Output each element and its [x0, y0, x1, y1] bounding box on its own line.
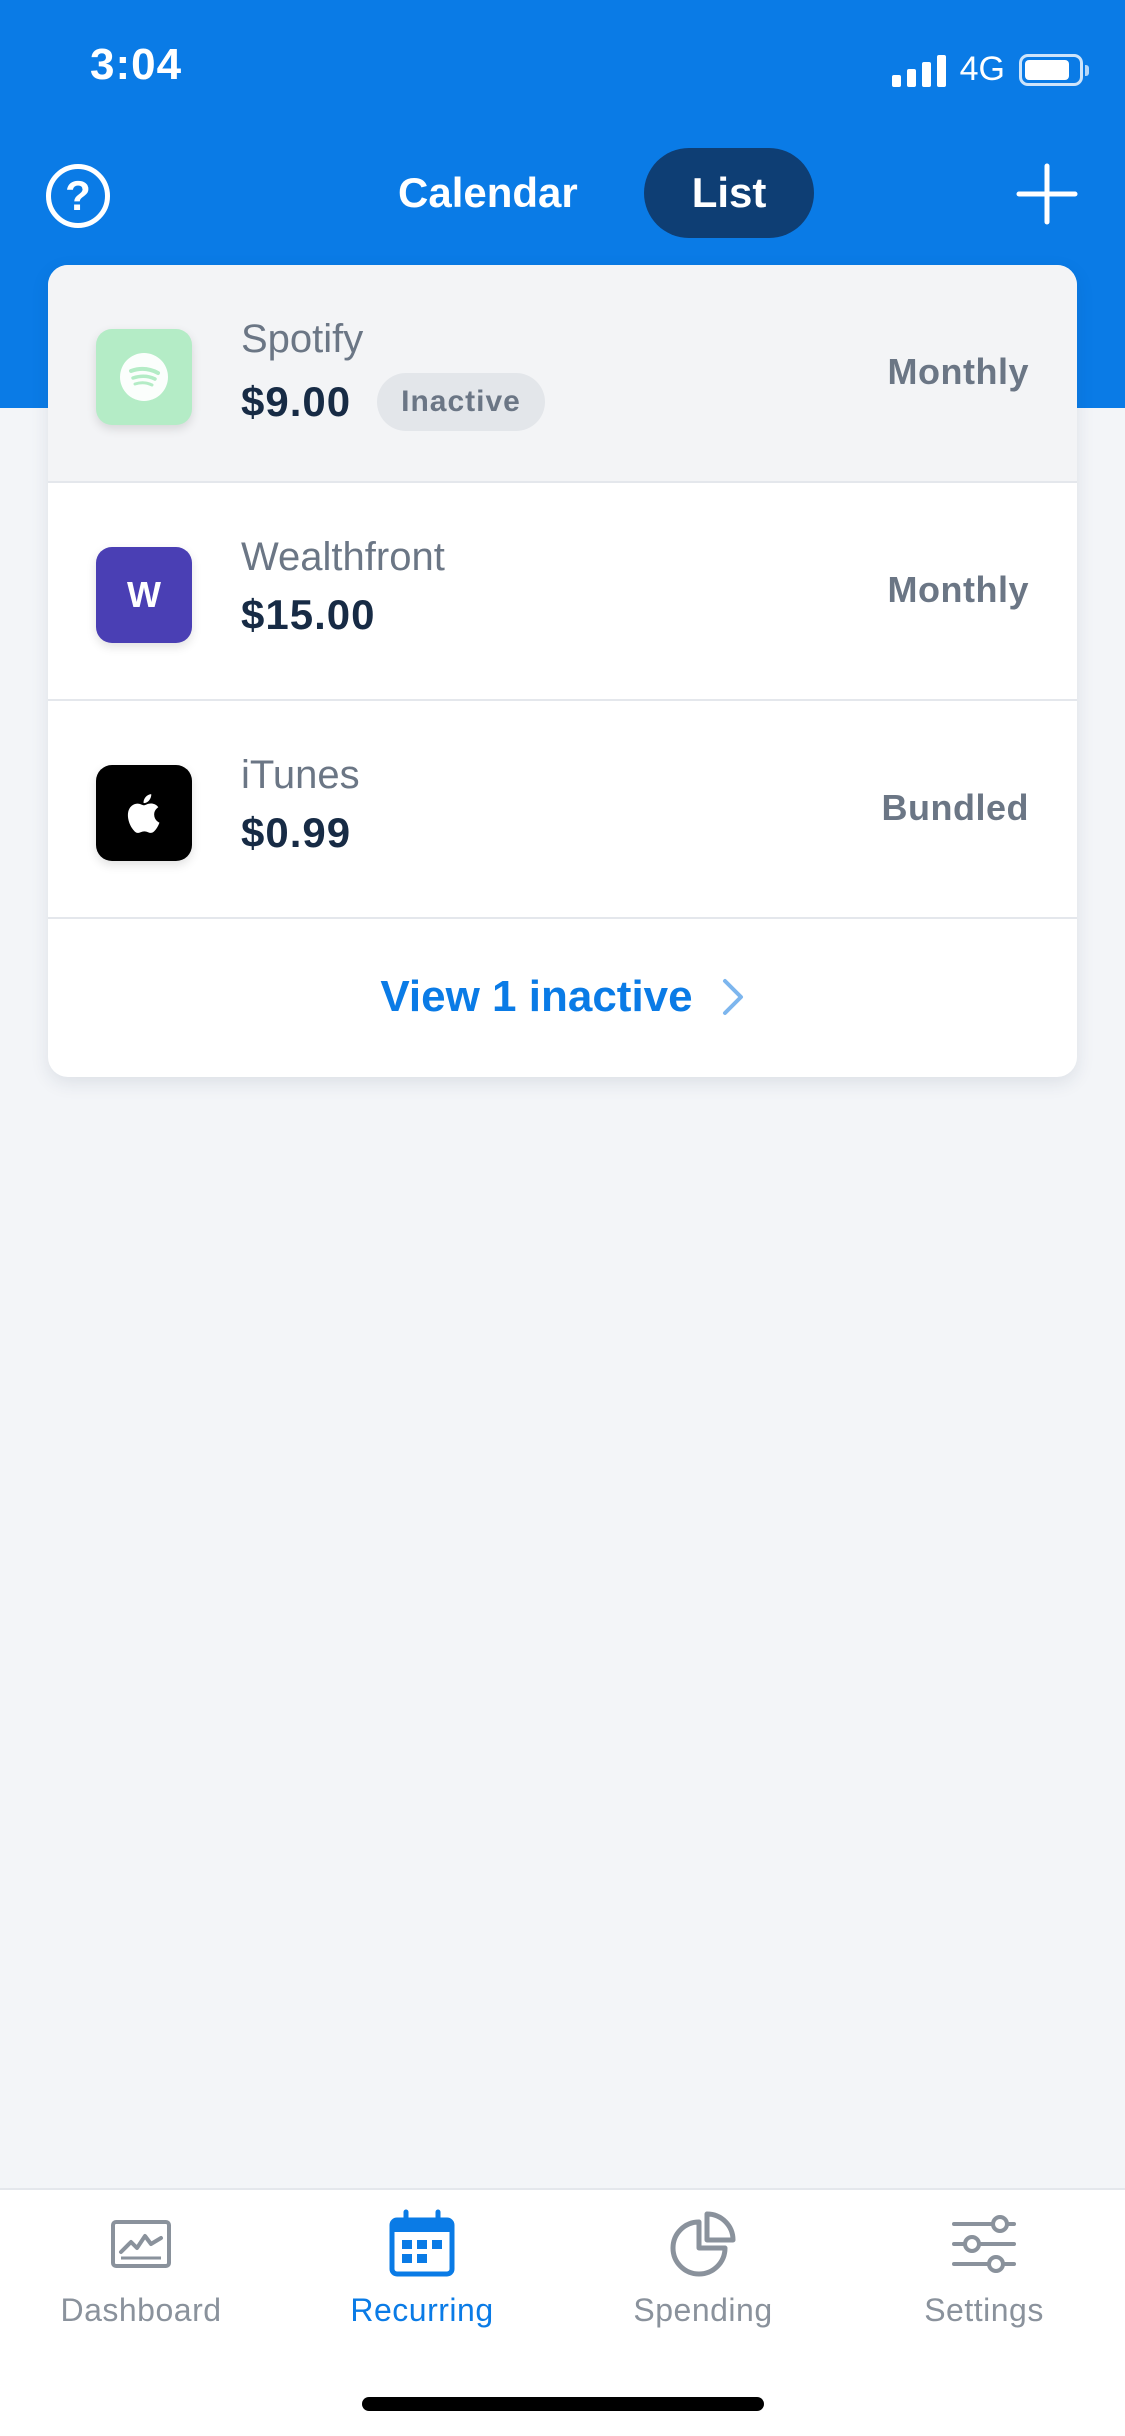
status-time: 3:04 [90, 40, 183, 89]
chevron-right-icon [722, 979, 743, 1015]
subscription-amount: $9.00 [241, 378, 352, 425]
view-toggle: Calendar List [350, 148, 815, 238]
subscriptions-card: Spotify $9.00 Inactive Monthly W Wealthf… [48, 265, 1077, 1077]
tab-label: Recurring [350, 2292, 494, 2328]
subscription-row-wealthfront[interactable]: W Wealthfront $15.00 Monthly [48, 483, 1077, 701]
plus-icon [1016, 163, 1078, 225]
battery-icon [1019, 53, 1089, 86]
inactive-badge: Inactive [377, 373, 545, 431]
subscription-frequency: Bundled [881, 787, 1029, 828]
pie-chart-icon [670, 2211, 736, 2277]
tab-dashboard[interactable]: Dashboard [11, 2208, 271, 2329]
logo-letter: W [127, 574, 161, 615]
subscription-name: iTunes [241, 753, 360, 797]
status-indicators: 4G [891, 50, 1089, 89]
subscription-amount: $0.99 [241, 809, 352, 856]
home-indicator[interactable] [362, 2397, 764, 2411]
tab-label: Dashboard [60, 2292, 222, 2328]
subscription-name: Wealthfront [241, 535, 445, 579]
view-inactive-label: View 1 inactive [380, 972, 693, 1021]
question-mark-icon: ? [65, 172, 91, 219]
subscription-row-itunes[interactable]: iTunes $0.99 Bundled [48, 701, 1077, 919]
subscription-amount: $15.00 [241, 591, 376, 638]
calendar-icon [389, 2209, 455, 2277]
tab-spending[interactable]: Spending [573, 2208, 833, 2329]
tab-calendar[interactable]: Calendar [350, 148, 626, 238]
tab-list[interactable]: List [643, 148, 815, 238]
tab-recurring[interactable]: Recurring [292, 2208, 552, 2329]
apple-logo-icon [96, 765, 192, 861]
tab-label: Settings [924, 2292, 1044, 2328]
tab-label: Spending [633, 2292, 773, 2328]
help-button[interactable]: ? [46, 164, 110, 228]
subscription-name: Spotify [241, 317, 364, 361]
add-button[interactable] [1015, 162, 1079, 226]
top-bar: ? Calendar List [0, 140, 1125, 250]
sliders-icon [952, 2215, 1016, 2273]
status-bar: 3:04 4G [0, 0, 1125, 140]
subscription-row-spotify[interactable]: Spotify $9.00 Inactive Monthly [48, 265, 1077, 483]
network-type: 4G [959, 50, 1005, 88]
tab-settings[interactable]: Settings [854, 2208, 1114, 2329]
signal-icon [891, 53, 946, 87]
view-inactive-link[interactable]: View 1 inactive [48, 919, 1077, 1075]
subscription-frequency: Monthly [887, 569, 1029, 610]
chart-icon [111, 2220, 171, 2268]
subscription-frequency: Monthly [887, 351, 1029, 392]
spotify-logo-icon [96, 329, 192, 425]
wealthfront-logo-icon: W [96, 547, 192, 643]
